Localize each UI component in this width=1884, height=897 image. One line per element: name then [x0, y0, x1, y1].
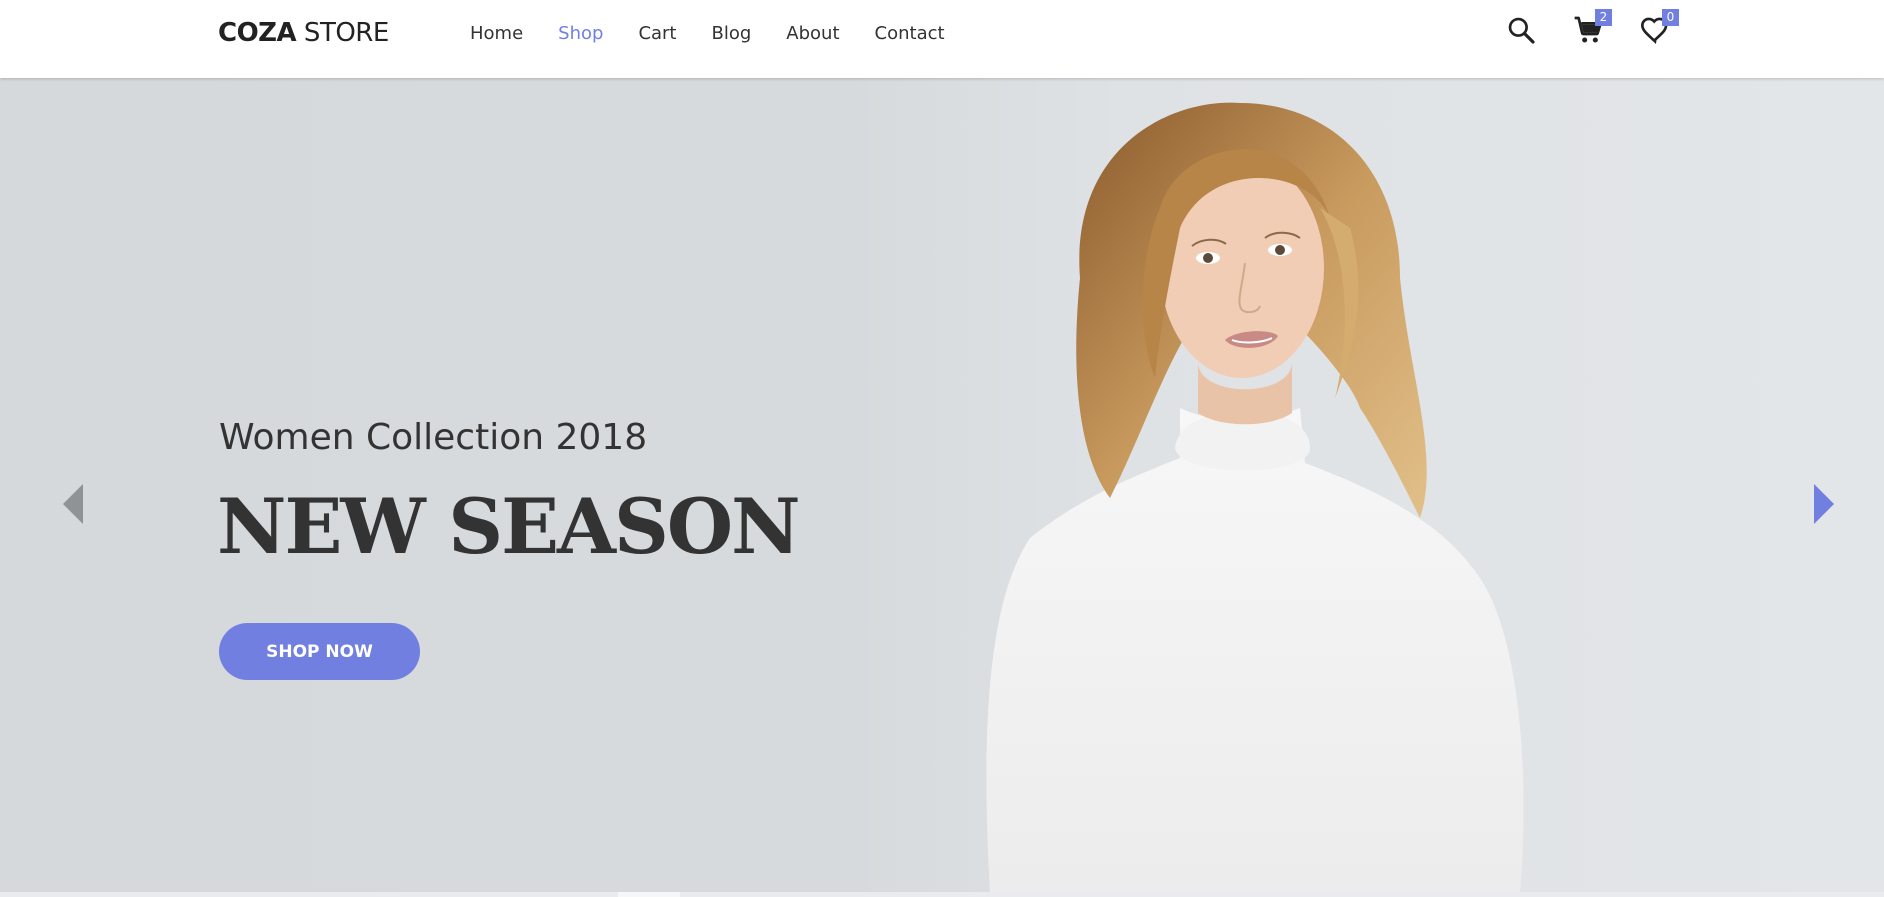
site-header: COZA STORE Home Shop Cart Blog About Con… — [0, 0, 1884, 78]
search-button[interactable] — [1505, 14, 1541, 50]
logo[interactable]: COZA STORE — [218, 16, 389, 50]
slider-indicator[interactable] — [618, 892, 680, 897]
nav-about[interactable]: About — [786, 21, 839, 47]
nav-shop[interactable]: Shop — [558, 21, 603, 47]
logo-light: STORE — [296, 18, 389, 48]
hero-title: NEW SEASON — [217, 482, 801, 571]
slider-next-button[interactable] — [1812, 482, 1836, 526]
cart-button[interactable]: 2 — [1572, 9, 1612, 50]
hero-slider: Women Collection 2018 NEW SEASON SHOP NO… — [0, 78, 1884, 892]
model-image — [986, 102, 1524, 892]
header-icons: 2 0 — [1500, 9, 1700, 54]
cart-count-badge: 2 — [1595, 9, 1612, 26]
shop-now-button[interactable]: SHOP NOW — [219, 623, 420, 680]
search-icon — [1508, 17, 1535, 44]
arrow-right-icon — [1814, 484, 1834, 524]
bottom-divider — [0, 892, 1884, 897]
wishlist-button[interactable]: 0 — [1639, 9, 1679, 50]
slider-prev-button[interactable] — [61, 482, 85, 526]
arrow-left-icon — [63, 484, 83, 524]
nav-contact[interactable]: Contact — [875, 21, 945, 47]
logo-bold: COZA — [218, 18, 297, 48]
nav-cart[interactable]: Cart — [638, 21, 676, 47]
nav-blog[interactable]: Blog — [712, 21, 752, 47]
main-nav: Home Shop Cart Blog About Contact — [470, 21, 980, 47]
hero-subtitle: Women Collection 2018 — [219, 417, 648, 458]
wishlist-count-badge: 0 — [1662, 9, 1679, 26]
nav-home[interactable]: Home — [470, 21, 523, 47]
